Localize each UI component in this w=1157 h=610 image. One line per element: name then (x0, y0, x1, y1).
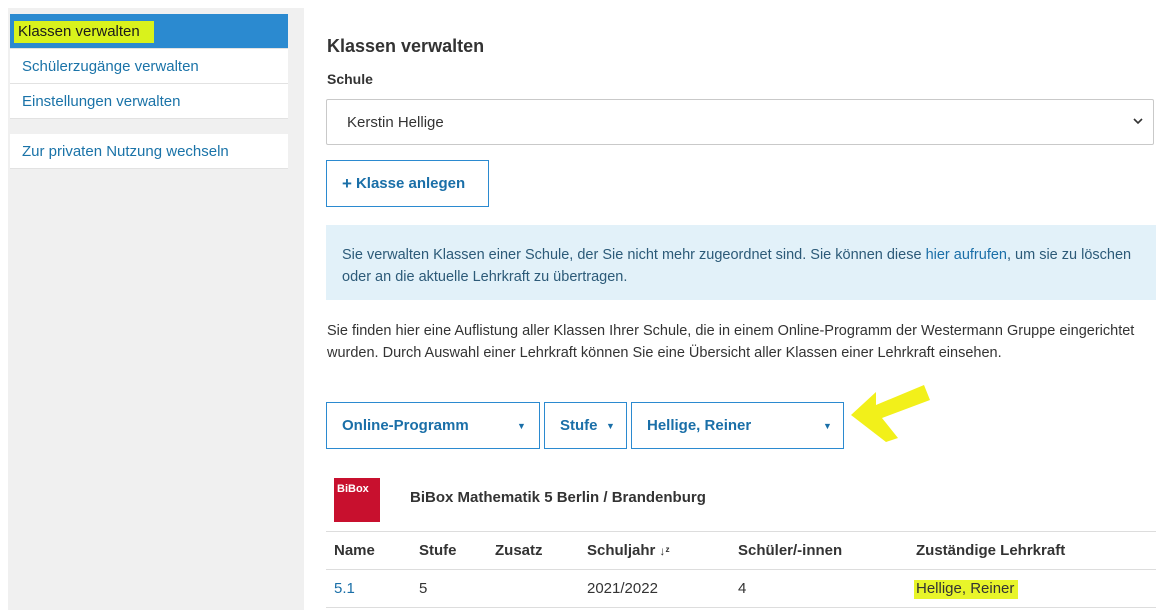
class-name-link[interactable]: 5.1 (334, 580, 355, 597)
header-lehrkraft[interactable]: Zuständige Lehrkraft (916, 542, 1065, 559)
header-stufe[interactable]: Stufe (419, 542, 457, 559)
description-text: Sie finden hier eine Auflistung aller Kl… (327, 323, 1135, 361)
caret-down-icon: ▼ (606, 421, 615, 431)
classes-table: Name Stufe Zusatz Schuljahr ↓ᶻ Schüler/-i… (326, 531, 1156, 608)
sidebar-nav: Klassen verwalten Schülerzugänge verwalt… (10, 14, 288, 119)
sort-icon: ↓ᶻ (659, 544, 670, 558)
header-schuljahr-label: Schuljahr (587, 542, 656, 559)
teacher-filter-dropdown[interactable]: Hellige, Reiner ▼ (631, 402, 844, 449)
header-zusatz[interactable]: Zusatz (495, 542, 543, 559)
plus-icon: + (342, 173, 352, 193)
cell-schuljahr: 2021/2022 (587, 580, 658, 597)
header-schueler[interactable]: Schüler/-innen (738, 542, 842, 559)
table-header-row: Name Stufe Zusatz Schuljahr ↓ᶻ Schüler/-i… (326, 532, 1156, 570)
sidebar-item-einstellungen[interactable]: Einstellungen verwalten (10, 84, 288, 119)
sidebar: Klassen verwalten Schülerzugänge verwalt… (8, 8, 304, 610)
bibox-logo: BiBox (334, 478, 380, 522)
cell-lehrkraft: Hellige, Reiner (914, 580, 1019, 599)
cell-lehrkraft-value: Hellige, Reiner (914, 580, 1019, 599)
sidebar-item-klassen[interactable]: Klassen verwalten (10, 14, 288, 49)
caret-down-icon: ▼ (823, 421, 832, 431)
info-link[interactable]: hier aufrufen (926, 247, 1007, 263)
program-filter-dropdown[interactable]: Online-Programm ▼ (326, 402, 540, 449)
annotation-arrow-icon (851, 385, 930, 442)
add-class-label: Klasse anlegen (355, 175, 466, 192)
sidebar-item-label: Schülerzugänge verwalten (22, 58, 199, 75)
main-content: Klassen verwalten Schule Kerstin Hellige… (308, 8, 1157, 610)
program-name: BiBox Mathematik 5 Berlin / Brandenburg (410, 489, 706, 506)
sidebar-private: Zur privaten Nutzung wechseln (10, 134, 288, 169)
school-label: Schule (327, 71, 373, 87)
cell-schueler: 4 (738, 580, 747, 597)
level-filter-dropdown[interactable]: Stufe ▼ (544, 402, 627, 449)
sidebar-item-schuelerzugaenge[interactable]: Schülerzugänge verwalten (10, 49, 288, 84)
info-box: Sie verwalten Klassen einer Schule, der … (326, 225, 1156, 300)
info-text-before: Sie verwalten Klassen einer Schule, der … (342, 247, 926, 263)
program-filter-label: Online-Programm (342, 417, 469, 434)
caret-down-icon: ▼ (517, 421, 526, 431)
sidebar-item-label: Zur privaten Nutzung wechseln (22, 143, 229, 160)
header-name[interactable]: Name (334, 542, 375, 559)
table-row: 5.1 5 2021/2022 4 Hellige, Reiner (326, 570, 1156, 608)
chevron-down-icon (1133, 114, 1143, 128)
school-select-value: Kerstin Hellige (347, 114, 444, 131)
school-select[interactable]: Kerstin Hellige (326, 99, 1154, 145)
page-title: Klassen verwalten (327, 36, 485, 56)
header-schuljahr[interactable]: Schuljahr ↓ᶻ (587, 542, 670, 559)
sidebar-item-label: Einstellungen verwalten (22, 93, 181, 110)
sidebar-item-private-mode[interactable]: Zur privaten Nutzung wechseln (10, 134, 288, 169)
add-class-button[interactable]: + Klasse anlegen (326, 160, 489, 207)
cell-stufe: 5 (419, 580, 428, 597)
level-filter-label: Stufe (560, 417, 598, 434)
sidebar-item-label: Klassen verwalten (14, 21, 154, 43)
teacher-filter-label: Hellige, Reiner (647, 417, 752, 434)
